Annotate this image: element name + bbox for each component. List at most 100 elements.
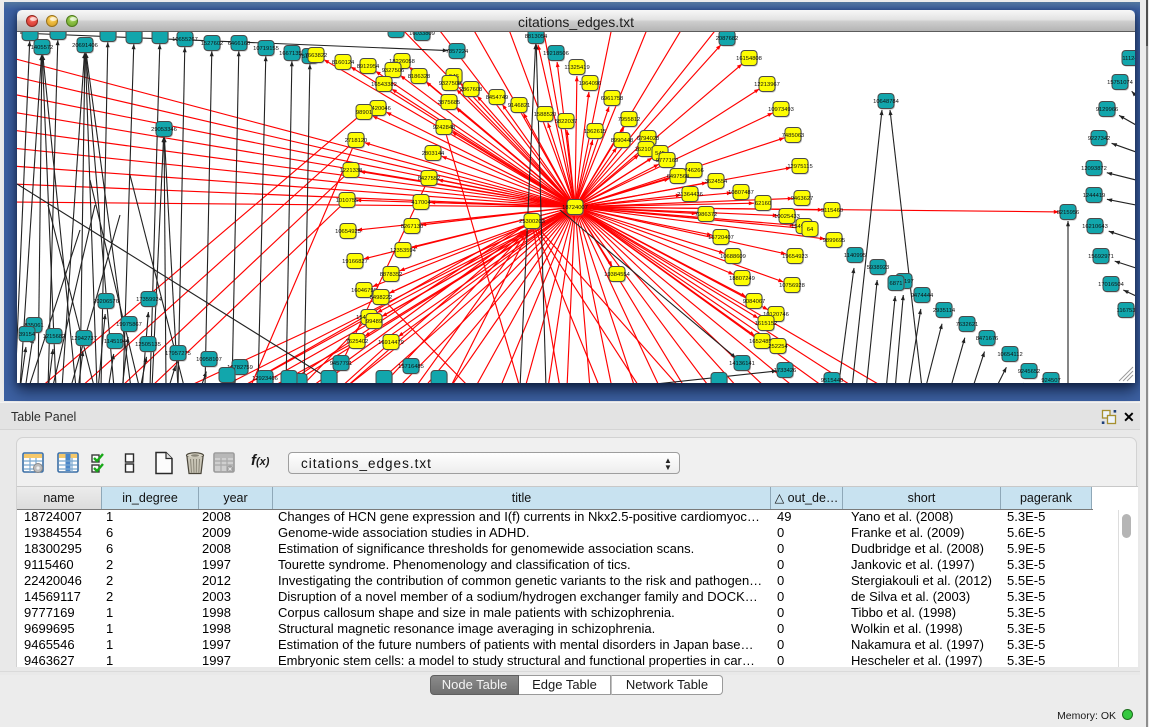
svg-text:98901: 98901 [356,110,372,116]
svg-text:2935114: 2935114 [933,308,956,314]
svg-text:7625402: 7625402 [346,339,369,345]
svg-text:1221338: 1221338 [340,168,363,174]
svg-text:1527602: 1527602 [201,41,224,47]
svg-text:1964096: 1964096 [579,81,602,87]
svg-text:20691406: 20691406 [72,43,98,49]
svg-text:9327506: 9327506 [382,68,405,74]
svg-text:8813054: 8813054 [525,34,548,40]
svg-text:8454749: 8454749 [486,95,509,101]
svg-text:6466160: 6466160 [228,41,251,47]
svg-text:10688609: 10688609 [720,254,746,260]
svg-text:9515440: 9515440 [821,378,844,383]
svg-text:116753: 116753 [1117,308,1135,314]
svg-text:8215956: 8215956 [1057,210,1080,216]
svg-text:19218506: 19218506 [543,51,569,57]
svg-text:1615152: 1615152 [755,321,778,327]
svg-text:64: 64 [807,227,814,233]
svg-text:10719155: 10719155 [253,46,279,52]
svg-text:9146821: 9146821 [508,103,531,109]
svg-text:9899695: 9899695 [823,238,846,244]
svg-text:2718120: 2718120 [345,138,368,144]
svg-text:3624554: 3624554 [705,179,728,185]
svg-text:7632621: 7632621 [956,322,979,328]
svg-text:1145194: 1145194 [104,339,127,345]
svg-text:5938923: 5938923 [867,265,890,271]
svg-text:9463627: 9463627 [791,196,814,202]
svg-text:19975867: 19975867 [116,322,142,328]
svg-text:1215682: 1215682 [43,334,66,340]
svg-text:2867608: 2867608 [460,87,483,93]
svg-text:8427552: 8427552 [418,176,441,182]
svg-text:21364436: 21364436 [677,192,703,198]
svg-text:15716485: 15716485 [398,364,424,370]
svg-text:18724007: 18724007 [562,205,588,211]
svg-text:6497568: 6497568 [667,174,690,180]
svg-text:1733426: 1733426 [774,368,797,374]
svg-text:11325419: 11325419 [564,65,589,71]
svg-text:12923466: 12923466 [252,376,278,382]
svg-text:417004: 417004 [411,200,431,206]
svg-text:8990448: 8990448 [611,138,634,144]
svg-text:5822037: 5822037 [555,119,578,125]
svg-text:3875685: 3875685 [438,100,461,106]
svg-text:11124: 11124 [1122,56,1135,62]
svg-text:1405572: 1405572 [31,45,54,51]
svg-text:8160124: 8160124 [332,60,355,66]
svg-text:9242848: 9242848 [433,125,456,131]
svg-text:9245652: 9245652 [1018,369,1041,375]
svg-text:12353594: 12353594 [390,248,417,254]
svg-text:25300203: 25300203 [519,219,545,225]
svg-text:18807249: 18807249 [729,276,755,282]
svg-text:7485063: 7485063 [782,133,805,139]
svg-text:10655267: 10655267 [172,37,198,43]
svg-text:12213967: 12213967 [754,82,780,88]
svg-text:9129966: 9129966 [1096,107,1119,113]
svg-text:29053346: 29053346 [151,127,177,133]
svg-text:16033809: 16033809 [409,32,435,37]
svg-text:9474444: 9474444 [911,293,934,299]
svg-text:17957275: 17957275 [165,351,191,357]
svg-text:1010755: 1010755 [336,198,359,204]
svg-text:16914479: 16914479 [378,340,404,346]
svg-text:7663822: 7663822 [305,53,328,59]
svg-text:19384554: 19384554 [604,272,631,278]
svg-text:12942737: 12942737 [71,336,97,342]
svg-text:10648784: 10648784 [873,99,900,105]
svg-text:9084067: 9084067 [743,299,766,305]
svg-text:7955812: 7955812 [618,117,641,123]
svg-text:8267130: 8267130 [401,224,424,230]
svg-text:15751074: 15751074 [1107,80,1134,86]
svg-text:8186328: 8186328 [408,74,431,80]
svg-text:20206576: 20206576 [93,299,119,305]
svg-text:10973493: 10973493 [768,107,794,113]
svg-text:19166827: 19166827 [342,259,368,265]
svg-text:8471676: 8471676 [976,336,999,342]
svg-text:14136141: 14136141 [729,361,755,367]
svg-text:2803144: 2803144 [422,151,445,157]
svg-text:17016504: 17016504 [1098,282,1125,288]
svg-text:62160: 62160 [755,201,771,207]
svg-text:17359924: 17359924 [136,297,163,303]
svg-text:1362615: 1362615 [584,129,607,135]
svg-text:12975115: 12975115 [787,164,812,170]
svg-text:9777169: 9777169 [656,158,679,164]
svg-text:1244419: 1244419 [1083,193,1106,199]
svg-text:10654112: 10654112 [997,352,1022,358]
svg-text:6871: 6871 [890,281,903,287]
svg-text:7857224: 7857224 [446,49,469,55]
svg-text:16210643: 16210643 [1082,224,1108,230]
svg-text:9457791: 9457791 [330,361,353,367]
svg-text:8878352: 8878352 [380,272,403,278]
svg-text:10958107: 10958107 [196,357,222,363]
svg-text:252254: 252254 [768,344,788,350]
svg-text:2087682: 2087682 [716,36,739,42]
svg-text:9327508: 9327508 [439,81,462,87]
svg-text:8912954: 8912954 [357,64,380,70]
svg-text:924507: 924507 [1041,378,1060,383]
svg-text:10025433: 10025433 [774,214,800,220]
svg-text:39154: 39154 [19,332,36,338]
svg-text:16543382: 16543382 [371,82,397,88]
svg-text:12093872: 12093872 [1081,166,1107,172]
svg-text:15692971: 15692971 [1088,254,1114,260]
svg-text:16154808: 16154808 [736,56,762,62]
